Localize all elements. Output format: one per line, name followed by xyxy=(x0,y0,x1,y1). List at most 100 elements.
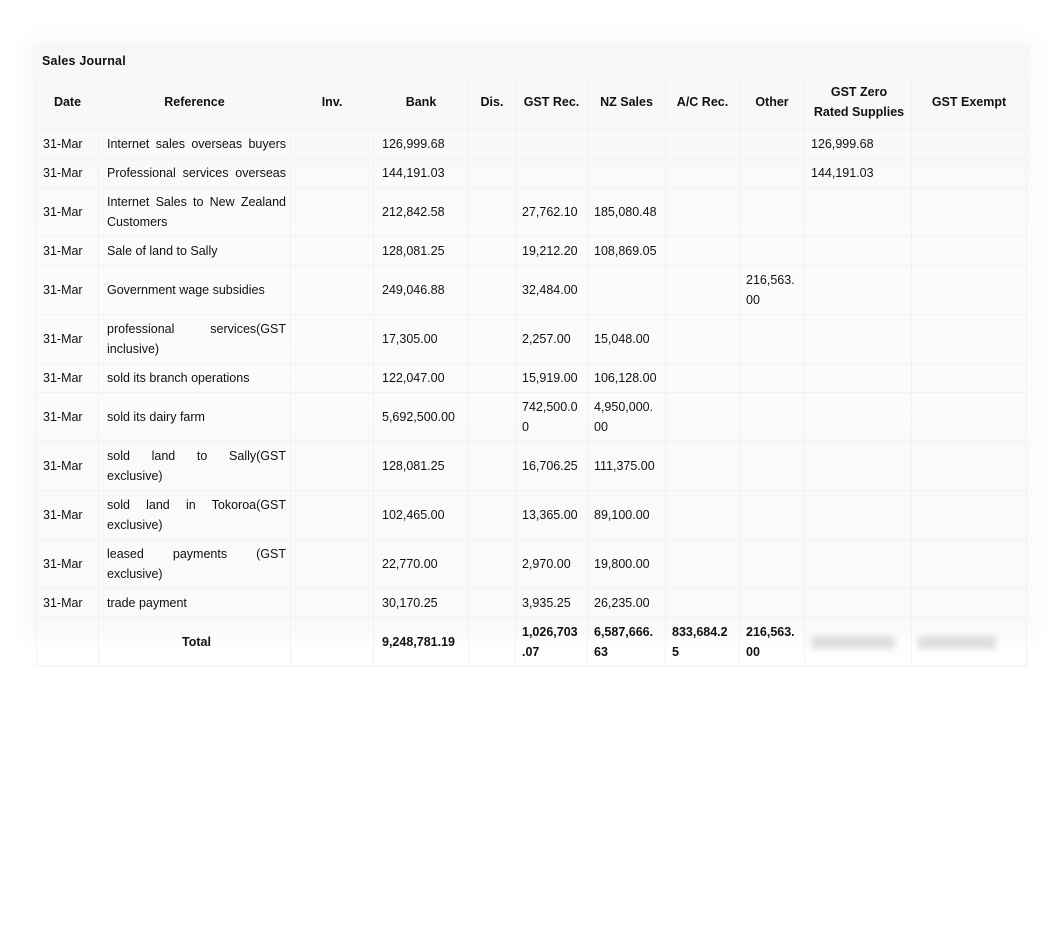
cell-gst-zero-rated xyxy=(804,588,912,618)
cell-gst-zero-rated xyxy=(804,363,912,393)
cell-bank: 249,046.88 xyxy=(373,265,469,315)
table-row: 31-Mar sold its dairy farm 5,692,500.00 742… xyxy=(36,392,1027,442)
table-row: 31-Mar professional services(GST inclusiv… xyxy=(36,314,1027,364)
cell-inv xyxy=(290,363,374,393)
cell-other xyxy=(739,490,805,540)
cell-date: 31-Mar xyxy=(36,363,99,393)
cell-ac-rec xyxy=(665,539,740,589)
cell-reference: sold its branch operations xyxy=(98,363,291,393)
table-row: 31-Mar Government wage subsidies 249,046.8… xyxy=(36,265,1027,315)
total-label: Total xyxy=(98,617,291,667)
cell-gst-exempt xyxy=(911,539,1027,589)
cell-gst-exempt xyxy=(911,363,1027,393)
cell-nz-sales: 19,800.00 xyxy=(587,539,666,589)
cell-gst-zero-rated xyxy=(804,490,912,540)
cell-gst-rec: 3,935.25 xyxy=(515,588,588,618)
cell-other xyxy=(739,363,805,393)
cell-date: 31-Mar xyxy=(36,314,99,364)
cell-gst-zero-rated xyxy=(804,539,912,589)
cell-dis xyxy=(468,187,516,237)
cell-reference: Professional services overseas xyxy=(98,158,291,188)
cell-ac-rec xyxy=(665,363,740,393)
cell-ac-rec xyxy=(665,236,740,266)
cell-inv xyxy=(290,236,374,266)
cell-dis xyxy=(468,441,516,491)
cell-dis xyxy=(468,490,516,540)
cell-total-dis xyxy=(468,617,516,667)
cell-total-bank: 9,248,781.19 xyxy=(373,617,469,667)
cell-other xyxy=(739,236,805,266)
cell-gst-exempt xyxy=(911,441,1027,491)
cell-inv xyxy=(290,158,374,188)
cell-dis xyxy=(468,363,516,393)
cell-total-inv xyxy=(290,617,374,667)
cell-gst-zero-rated: 144,191.03 xyxy=(804,158,912,188)
cell-date: 31-Mar xyxy=(36,441,99,491)
cell-gst-rec: 2,970.00 xyxy=(515,539,588,589)
cell-ac-rec xyxy=(665,314,740,364)
table-header: Date Reference Inv. Bank Dis. GST Rec. N… xyxy=(36,74,1027,130)
cell-inv xyxy=(290,539,374,589)
table-row: 31-Mar leased payments (GST exclusive) 22… xyxy=(36,539,1027,589)
cell-nz-sales xyxy=(587,158,666,188)
cell-dis xyxy=(468,265,516,315)
cell-gst-rec: 742,500.00 xyxy=(515,392,588,442)
cell-dis xyxy=(468,314,516,364)
cell-nz-sales xyxy=(587,265,666,315)
cell-inv xyxy=(290,588,374,618)
cell-gst-zero-rated xyxy=(804,314,912,364)
cell-date: 31-Mar xyxy=(36,588,99,618)
redacted-value xyxy=(918,632,1020,652)
cell-ac-rec xyxy=(665,129,740,159)
cell-total-gst-exempt xyxy=(911,617,1027,667)
table-row: 31-Mar sold its branch operations 122,047.… xyxy=(36,363,1027,393)
cell-gst-exempt xyxy=(911,392,1027,442)
page-title: Sales Journal xyxy=(42,54,126,68)
table-row: 31-Mar trade payment 30,170.25 3,935.25 26,… xyxy=(36,588,1027,618)
cell-ac-rec xyxy=(665,392,740,442)
column-header-reference: Reference xyxy=(98,74,291,130)
cell-other xyxy=(739,441,805,491)
cell-date: 31-Mar xyxy=(36,490,99,540)
redacted-value xyxy=(811,632,905,652)
column-header-ac-rec: A/C Rec. xyxy=(665,74,740,130)
cell-inv xyxy=(290,392,374,442)
cell-gst-rec xyxy=(515,158,588,188)
cell-other xyxy=(739,187,805,237)
cell-gst-exempt xyxy=(911,314,1027,364)
cell-gst-rec: 16,706.25 xyxy=(515,441,588,491)
sales-journal-table: Date Reference Inv. Bank Dis. GST Rec. N… xyxy=(36,74,1027,667)
table-row: 31-Mar Sale of land to Sally 128,081.25 19,… xyxy=(36,236,1027,266)
cell-nz-sales xyxy=(587,129,666,159)
cell-gst-rec: 19,212.20 xyxy=(515,236,588,266)
cell-nz-sales: 185,080.48 xyxy=(587,187,666,237)
column-header-gst-rec: GST Rec. xyxy=(515,74,588,130)
cell-nz-sales: 106,128.00 xyxy=(587,363,666,393)
table-total-row: Total 9,248,781.19 1,026,703.07 6,587,666.6… xyxy=(36,617,1027,667)
table-row: 31-Mar Internet Sales to New Zealand Cust… xyxy=(36,187,1027,237)
document-page: Sales Journal Date Reference Inv. Bank D… xyxy=(0,0,1062,930)
cell-dis xyxy=(468,236,516,266)
cell-other: 216,563.00 xyxy=(739,265,805,315)
cell-inv xyxy=(290,265,374,315)
cell-nz-sales: 89,100.00 xyxy=(587,490,666,540)
cell-gst-zero-rated xyxy=(804,187,912,237)
cell-total-date xyxy=(36,617,99,667)
redaction-bar xyxy=(811,636,895,650)
cell-reference: leased payments (GST exclusive) xyxy=(98,539,291,589)
cell-gst-exempt xyxy=(911,187,1027,237)
cell-bank: 17,305.00 xyxy=(373,314,469,364)
cell-bank: 128,081.25 xyxy=(373,236,469,266)
cell-bank: 128,081.25 xyxy=(373,441,469,491)
cell-total-gst-rec: 1,026,703.07 xyxy=(515,617,588,667)
cell-ac-rec xyxy=(665,187,740,237)
cell-reference: Government wage subsidies xyxy=(98,265,291,315)
column-header-gst-exempt: GST Exempt xyxy=(911,74,1027,130)
column-header-date: Date xyxy=(36,74,99,130)
cell-date: 31-Mar xyxy=(36,158,99,188)
cell-gst-exempt xyxy=(911,490,1027,540)
cell-gst-zero-rated xyxy=(804,441,912,491)
cell-nz-sales: 111,375.00 xyxy=(587,441,666,491)
cell-gst-rec: 15,919.00 xyxy=(515,363,588,393)
cell-bank: 122,047.00 xyxy=(373,363,469,393)
